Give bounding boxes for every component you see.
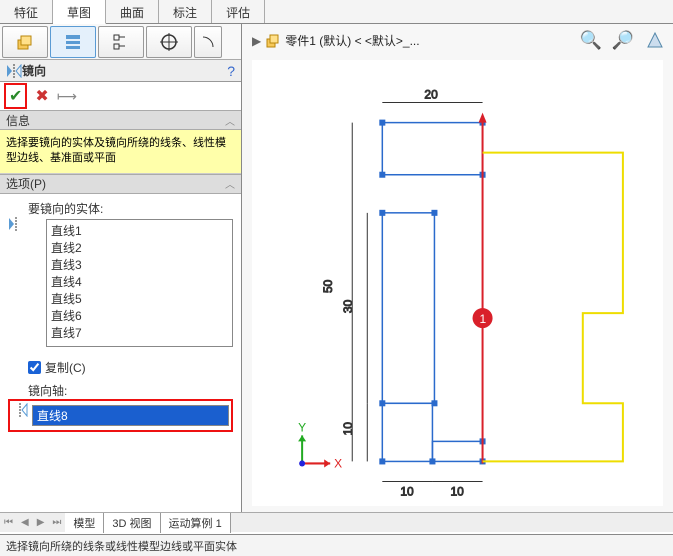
overflow-button[interactable]: [194, 26, 222, 58]
svg-text:10: 10: [341, 422, 355, 436]
breadcrumb-arrow-icon[interactable]: ▶: [252, 34, 261, 48]
entities-listbox[interactable]: 直线1 直线2 直线3 直线4 直线5 直线6 直线7: [46, 219, 233, 347]
copy-label: 复制(C): [45, 359, 86, 376]
property-manager-button[interactable]: [50, 26, 96, 58]
tab-annotate[interactable]: 标注: [159, 0, 212, 23]
copy-checkbox[interactable]: [28, 361, 41, 374]
svg-text:10: 10: [450, 485, 464, 499]
part-icon: [265, 33, 281, 49]
main-tabs: 特征 草图 曲面 标注 评估: [0, 0, 673, 24]
list-item[interactable]: 直线2: [49, 239, 230, 256]
collapse-options-icon[interactable]: ︿: [225, 176, 235, 191]
list-item[interactable]: 直线1: [49, 222, 230, 239]
property-panel: 镜向 ? ✔ ✖ ⟼ 信息 ︿ 选择要镜向的实体及镜向所绕的线条、线性模型边线、…: [0, 24, 242, 532]
collapse-info-icon[interactable]: ︿: [225, 113, 235, 128]
tab-nav-prev[interactable]: ◀: [17, 515, 33, 530]
pin-button[interactable]: ⟼: [57, 88, 77, 105]
part-name[interactable]: 零件1 (默认) < <默认>_...: [285, 32, 419, 49]
list-item[interactable]: 直线3: [49, 256, 230, 273]
axis-selector-icon[interactable]: [12, 403, 30, 428]
zoom-fit-icon[interactable]: 🔍: [579, 28, 603, 52]
list-item[interactable]: 直线7: [49, 324, 230, 341]
svg-text:Y: Y: [298, 420, 306, 434]
panel-title: 镜向: [22, 62, 227, 79]
status-bar: 选择镜向所绕的线条或线性模型边线或平面实体: [0, 534, 673, 556]
info-body: 选择要镜向的实体及镜向所绕的线条、线性模型边线、基准面或平面: [0, 130, 241, 174]
svg-text:X: X: [334, 456, 342, 470]
options-header: 选项(P): [6, 175, 225, 192]
axis-listbox[interactable]: 直线8: [32, 405, 229, 426]
mirror-icon: [6, 64, 22, 78]
entities-selector-icon[interactable]: [8, 217, 26, 353]
axis-label: 镜向轴:: [28, 382, 233, 399]
dimxpert-button[interactable]: [146, 26, 192, 58]
bottom-tab-3dview[interactable]: 3D 视图: [104, 513, 160, 533]
copy-checkbox-row[interactable]: 复制(C): [28, 359, 233, 376]
graphics-area[interactable]: ▶ 零件1 (默认) < <默认>_... 🔍 🔎: [242, 24, 673, 532]
tab-evaluate[interactable]: 评估: [212, 0, 265, 23]
help-icon[interactable]: ?: [227, 63, 235, 79]
accept-button[interactable]: ✔: [9, 86, 22, 106]
bottom-tab-model[interactable]: 模型: [65, 513, 104, 533]
tab-surfaces[interactable]: 曲面: [106, 0, 159, 23]
svg-text:30: 30: [341, 299, 355, 313]
list-item[interactable]: 直线6: [49, 307, 230, 324]
config-manager-button[interactable]: [98, 26, 144, 58]
list-item[interactable]: 直线5: [49, 290, 230, 307]
tab-nav-last[interactable]: ⏭: [48, 515, 65, 530]
breadcrumb[interactable]: ▶ 零件1 (默认) < <默认>_...: [252, 32, 420, 49]
highlight-accept: ✔: [4, 83, 27, 109]
list-item[interactable]: 直线4: [49, 273, 230, 290]
tab-sketch[interactable]: 草图: [53, 0, 106, 24]
axis-item-selected[interactable]: 直线8: [33, 406, 228, 425]
svg-text:50: 50: [321, 279, 335, 293]
zoom-area-icon[interactable]: 🔎: [611, 28, 635, 52]
feature-manager-button[interactable]: [2, 26, 48, 58]
cancel-button[interactable]: ✖: [35, 86, 48, 106]
svg-text:20: 20: [424, 88, 438, 102]
panel-toolbar: [0, 24, 241, 60]
tab-nav-first[interactable]: ⏮: [0, 515, 17, 530]
info-header: 信息: [6, 112, 225, 129]
sketch-canvas[interactable]: 20 50 30 10 10 10 1 X Y: [252, 60, 663, 506]
bottom-tab-motion[interactable]: 运动算例 1: [161, 513, 231, 533]
tab-features[interactable]: 特征: [0, 0, 53, 23]
svg-text:10: 10: [400, 485, 414, 499]
view-orient-icon[interactable]: [643, 28, 667, 52]
svg-text:1: 1: [480, 312, 487, 326]
entities-label: 要镜向的实体:: [28, 200, 233, 217]
tab-nav-next[interactable]: ▶: [33, 515, 49, 530]
bottom-tabs: ⏮ ◀ ▶ ⏭ 模型 3D 视图 运动算例 1: [0, 512, 673, 532]
